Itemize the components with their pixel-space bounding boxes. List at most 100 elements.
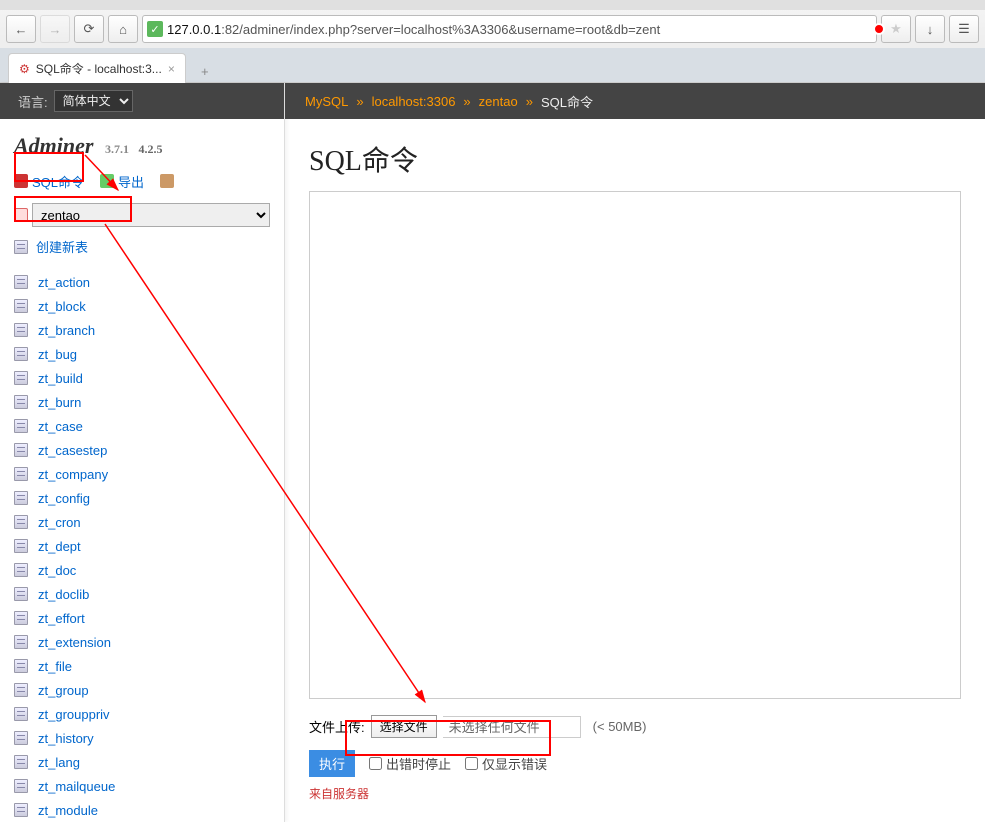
table-name: zt_effort: [38, 611, 85, 626]
choose-file-button[interactable]: 选择文件: [371, 715, 437, 738]
table-name: zt_bug: [38, 347, 77, 362]
database-select[interactable]: zentao: [32, 203, 270, 227]
sql-command-link[interactable]: SQL命令: [14, 172, 84, 191]
table-row[interactable]: zt_block: [14, 294, 270, 318]
table-name: zt_casestep: [38, 443, 107, 458]
stop-on-error-checkbox[interactable]: 出错时停止: [369, 754, 451, 773]
terminal-icon: [14, 174, 28, 188]
home-button[interactable]: ⌂: [108, 15, 138, 43]
tab-title: SQL命令 - localhost:3...: [36, 60, 162, 77]
table-row[interactable]: zt_case: [14, 414, 270, 438]
table-row[interactable]: zt_group: [14, 678, 270, 702]
table-name: zt_dept: [38, 539, 81, 554]
table-icon: [14, 347, 28, 361]
table-row[interactable]: zt_doclib: [14, 582, 270, 606]
export-link[interactable]: 导出: [100, 172, 144, 191]
table-row[interactable]: zt_module: [14, 798, 270, 822]
table-icon: [14, 371, 28, 385]
reload-button[interactable]: ⟳: [74, 15, 104, 43]
table-name: zt_branch: [38, 323, 95, 338]
table-icon: [14, 587, 28, 601]
close-icon[interactable]: ×: [168, 62, 175, 76]
breadcrumb-db[interactable]: zentao: [479, 94, 518, 109]
forward-button[interactable]: →: [40, 15, 70, 43]
table-row[interactable]: zt_casestep: [14, 438, 270, 462]
table-icon: [14, 419, 28, 433]
browser-chrome: ← → ⟳ ⌂ ✓ 127.0.0.1:82/adminer/index.php…: [0, 0, 985, 83]
breadcrumb-engine[interactable]: MySQL: [305, 94, 348, 109]
table-name: zt_grouppriv: [38, 707, 110, 722]
table-icon: [14, 299, 28, 313]
table-name: zt_cron: [38, 515, 81, 530]
table-name: zt_burn: [38, 395, 81, 410]
browser-tabs: ⚙ SQL命令 - localhost:3... × +: [0, 48, 985, 82]
database-icon: [14, 208, 28, 222]
from-server-link[interactable]: 来自服务器: [309, 785, 961, 802]
breadcrumb-host[interactable]: localhost:3306: [372, 94, 456, 109]
table-icon: [14, 539, 28, 553]
download-button[interactable]: ↓: [915, 15, 945, 43]
table-row[interactable]: zt_mailqueue: [14, 774, 270, 798]
table-name: zt_group: [38, 683, 89, 698]
table-row[interactable]: zt_doc: [14, 558, 270, 582]
table-list: zt_action zt_block zt_branch zt_bug zt_build…: [0, 270, 284, 822]
table-row[interactable]: zt_action: [14, 270, 270, 294]
table-name: zt_file: [38, 659, 72, 674]
create-table-link[interactable]: 创建新表: [14, 237, 270, 256]
url-bar[interactable]: ✓ 127.0.0.1:82/adminer/index.php?server=…: [142, 15, 877, 43]
table-icon: [14, 755, 28, 769]
table-row[interactable]: zt_company: [14, 462, 270, 486]
table-row[interactable]: zt_burn: [14, 390, 270, 414]
table-row[interactable]: zt_bug: [14, 342, 270, 366]
table-name: zt_action: [38, 275, 90, 290]
language-select[interactable]: 简体中文: [54, 90, 133, 112]
table-icon: [14, 707, 28, 721]
menu-button[interactable]: ☰: [949, 15, 979, 43]
table-name: zt_mailqueue: [38, 779, 115, 794]
bookmark-button[interactable]: ★: [881, 15, 911, 43]
execute-button[interactable]: 执行: [309, 750, 355, 777]
upload-label: 文件上传:: [309, 717, 365, 736]
table-icon: [14, 779, 28, 793]
table-row[interactable]: zt_history: [14, 726, 270, 750]
table-row[interactable]: zt_branch: [14, 318, 270, 342]
table-row[interactable]: zt_file: [14, 654, 270, 678]
browser-tab-active[interactable]: ⚙ SQL命令 - localhost:3... ×: [8, 53, 186, 83]
table-icon: [14, 395, 28, 409]
breadcrumb-page: SQL命令: [541, 92, 593, 111]
table-icon: [14, 491, 28, 505]
back-button[interactable]: ←: [6, 15, 36, 43]
main: MySQL » localhost:3306 » zentao » SQL命令 …: [285, 83, 985, 822]
table-row[interactable]: zt_config: [14, 486, 270, 510]
table-row[interactable]: zt_extension: [14, 630, 270, 654]
table-row[interactable]: zt_dept: [14, 534, 270, 558]
table-name: zt_doc: [38, 563, 76, 578]
table-icon: [14, 443, 28, 457]
show-errors-only-checkbox[interactable]: 仅显示错误: [465, 754, 547, 773]
size-hint: (< 50MB): [593, 719, 647, 734]
table-row[interactable]: zt_cron: [14, 510, 270, 534]
page-title: SQL命令: [309, 139, 961, 179]
new-tab-button[interactable]: +: [192, 60, 218, 82]
tool-icon[interactable]: [160, 174, 174, 188]
table-name: zt_case: [38, 419, 83, 434]
language-label: 语言:: [18, 92, 48, 111]
blocked-icon: [873, 23, 877, 35]
table-row[interactable]: zt_lang: [14, 750, 270, 774]
language-bar: 语言: 简体中文: [0, 83, 284, 119]
table-icon: [14, 275, 28, 289]
table-icon: [14, 731, 28, 745]
brand: Adminer 3.7.1 4.2.5: [14, 133, 270, 159]
sql-textarea[interactable]: [309, 191, 961, 699]
table-icon: [14, 515, 28, 529]
table-name: zt_build: [38, 371, 83, 386]
table-row[interactable]: zt_effort: [14, 606, 270, 630]
table-icon: [14, 659, 28, 673]
table-name: zt_block: [38, 299, 86, 314]
table-name: zt_company: [38, 467, 108, 482]
table-icon: [14, 635, 28, 649]
table-name: zt_extension: [38, 635, 111, 650]
table-row[interactable]: zt_grouppriv: [14, 702, 270, 726]
table-icon: [14, 467, 28, 481]
table-row[interactable]: zt_build: [14, 366, 270, 390]
